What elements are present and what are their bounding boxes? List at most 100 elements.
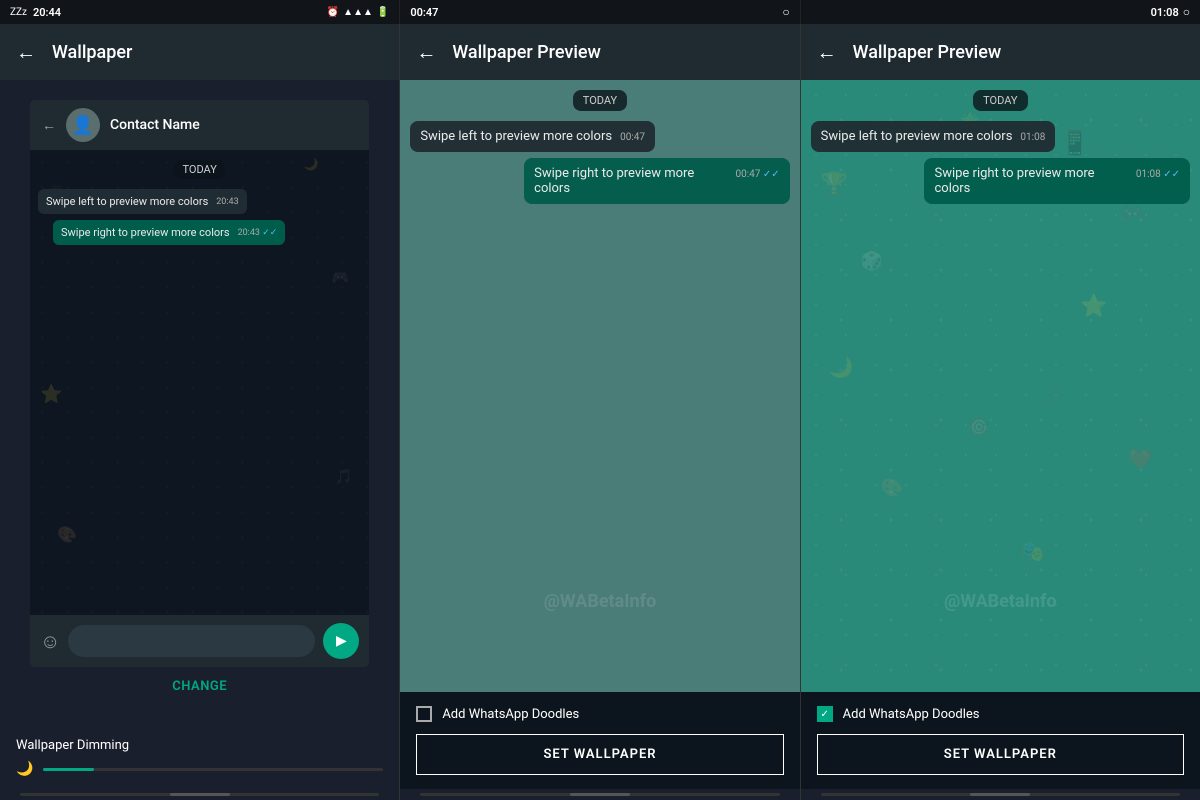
appbar-preview1: ← Wallpaper Preview [400,24,799,80]
doodles-label-p2: Add WhatsApp Doodles [442,707,579,722]
preview2-msg-received-text: Swipe left to preview more colors [821,129,1013,144]
dimming-slider[interactable]: 🌙 [16,761,383,777]
doodle-p3-3: ⭐ [1080,294,1107,319]
back-button-preview2[interactable]: ← [817,40,837,65]
preview2-msg-received-time: 01:08 [1020,132,1045,143]
panel-wallpaper: ← Wallpaper 📱 🎮 ⭐ 🎵 🎨 🌙 ← [0,24,400,800]
contact-header: ← 👤 Contact Name [30,100,369,150]
preview2-msg-sent: Swipe right to preview more colors 01:08… [924,158,1190,204]
status-icons-left: ⏰ ▲▲▲ 🔋 [327,7,390,18]
doodles-checkbox-p2[interactable]: Add WhatsApp Doodles [416,706,783,722]
status-bar-right: 01:08 ○ [801,0,1200,24]
slider-fill [43,768,94,771]
preview2-bottom: ✓ Add WhatsApp Doodles SET WALLPAPER [801,692,1200,789]
chat-back-icon[interactable]: ← [42,117,56,134]
preview2-msg-sent-text: Swipe right to preview more colors [934,166,1127,196]
doodle-p3-8: 🌙 [829,355,854,379]
panel-preview-2: ← Wallpaper Preview 📱 🎮 ⭐ 🎵 ❤️ 🏆 🎲 🌙 🎨 🎭… [801,24,1200,800]
doodle-p3-12: 🎯 [968,417,990,438]
doodle-p3-4: 🎵 [1040,386,1062,407]
preview1-bottom: Add WhatsApp Doodles SET WALLPAPER [400,692,799,789]
preview2-messages: TODAY Swipe left to preview more colors … [801,80,1200,214]
panel-preview-1: ← Wallpaper Preview TODAY Swipe left to … [400,24,800,800]
preview2-title: Wallpaper Preview [853,42,1002,63]
watermark-p3: @WABetaInfo [944,591,1057,612]
set-wallpaper-btn-p2[interactable]: SET WALLPAPER [416,734,783,775]
preview2-date-badge: TODAY [973,90,1027,111]
msg-received-p1: Swipe left to preview more colors 20:43 [38,189,247,214]
status-icons-right: ○ [1183,5,1190,19]
preview1-msg-sent: Swipe right to preview more colors 00:47… [524,158,790,204]
wallpaper-title: Wallpaper [52,42,132,63]
doodles-checkbox-p3[interactable]: ✓ Add WhatsApp Doodles [817,706,1184,722]
circle-icon-right: ○ [1183,5,1190,19]
battery-icon: 🔋 [377,7,389,18]
checkbox-p3[interactable]: ✓ [817,706,833,722]
sleep-icon: ZZz [10,7,27,18]
time-left: 20:44 [33,6,61,19]
msg-received-text-p1: Swipe left to preview more colors [46,195,208,208]
preview1-msg-received-time: 00:47 [620,132,645,143]
preview2-chat-area: 📱 🎮 ⭐ 🎵 ❤️ 🏆 🎲 🌙 🎨 🎭 🌟 🎯 TODAY Swipe lef… [801,80,1200,692]
doodle-p3-9: 🎨 [881,478,903,499]
checkbox-p2[interactable] [416,706,432,722]
send-icon: ▶ [336,633,347,649]
scrollbar-thumb-p2 [570,793,630,796]
alarm-icon: ⏰ [327,7,339,18]
chat-messages-p1: TODAY Swipe left to preview more colors … [30,150,369,615]
scrollbar-thumb-p3 [970,793,1030,796]
signal-icon: ▲▲▲ [343,7,373,18]
change-button[interactable]: CHANGE [172,667,227,706]
preview1-date-badge: TODAY [573,90,627,111]
dimming-section: Wallpaper Dimming 🌙 [0,726,399,789]
dimming-label: Wallpaper Dimming [16,738,383,753]
main-panels: ← Wallpaper 📱 🎮 ⭐ 🎵 🎨 🌙 ← [0,24,1200,800]
chat-preview: 📱 🎮 ⭐ 🎵 🎨 🌙 ← 👤 Contact Name [30,100,369,667]
scrollbar-thumb-p1 [170,793,230,796]
doodle-p3-7: 🎲 [861,251,883,272]
msg-sent-p1: Swipe right to preview more colors 20:43… [53,220,285,245]
preview1-msg-sent-time: 00:47 ✓✓ [736,169,780,180]
scrollbar-p2 [420,793,779,796]
preview1-msg-sent-text: Swipe right to preview more colors [534,166,727,196]
preview2-msg-received: Swipe left to preview more colors 01:08 [811,121,1056,152]
status-bar: ZZz 20:44 ⏰ ▲▲▲ 🔋 00:47 ○ 01:08 ○ [0,0,1200,24]
preview1-ticks: ✓✓ [763,169,780,180]
status-bar-left: ZZz 20:44 ⏰ ▲▲▲ 🔋 [0,0,399,24]
back-button-preview1[interactable]: ← [416,40,436,65]
chat-input-field[interactable] [68,625,315,657]
status-icons-center: ○ [782,5,789,19]
preview1-msg-received: Swipe left to preview more colors 00:47 [410,121,655,152]
scrollbar-p1 [20,793,379,796]
msg-sent-text-p1: Swipe right to preview more colors [61,226,230,239]
send-button[interactable]: ▶ [323,623,359,659]
watermark-p2: @WABetaInfo [544,591,657,612]
wallpaper-content: 📱 🎮 ⭐ 🎵 🎨 🌙 ← 👤 Contact Name [0,80,399,726]
moon-icon: 🌙 [16,761,33,777]
msg-ticks-p1: ✓✓ [262,228,277,238]
status-bar-center: 00:47 ○ [399,0,800,24]
slider-track[interactable] [43,768,383,771]
preview2-msg-sent-time: 01:08 ✓✓ [1136,169,1180,180]
emoji-button[interactable]: ☺ [40,629,60,654]
preview1-chat-area: TODAY Swipe left to preview more colors … [400,80,799,692]
time-center: 00:47 [410,6,438,19]
checkmark-p3: ✓ [820,709,828,720]
preview1-title: Wallpaper Preview [452,42,601,63]
preview2-ticks: ✓✓ [1163,169,1180,180]
contact-avatar: 👤 [66,108,100,142]
chat-input-bar: ☺ ▶ [30,615,369,667]
msg-received-time-p1: 20:43 [216,197,238,207]
preview1-msg-received-text: Swipe left to preview more colors [420,129,612,144]
appbar-wallpaper: ← Wallpaper [0,24,399,80]
scrollbar-p3 [821,793,1180,796]
circle-icon-center: ○ [782,5,789,19]
time-right: 01:08 [1151,6,1179,19]
set-wallpaper-btn-p3[interactable]: SET WALLPAPER [817,734,1184,775]
preview1-messages: TODAY Swipe left to preview more colors … [400,80,799,214]
msg-sent-time-p1: 20:43 ✓✓ [238,228,278,238]
back-button-wallpaper[interactable]: ← [16,40,36,65]
contact-name: Contact Name [110,117,200,133]
doodle-p3-10: 🎭 [1020,539,1045,563]
avatar-icon: 👤 [72,115,94,136]
